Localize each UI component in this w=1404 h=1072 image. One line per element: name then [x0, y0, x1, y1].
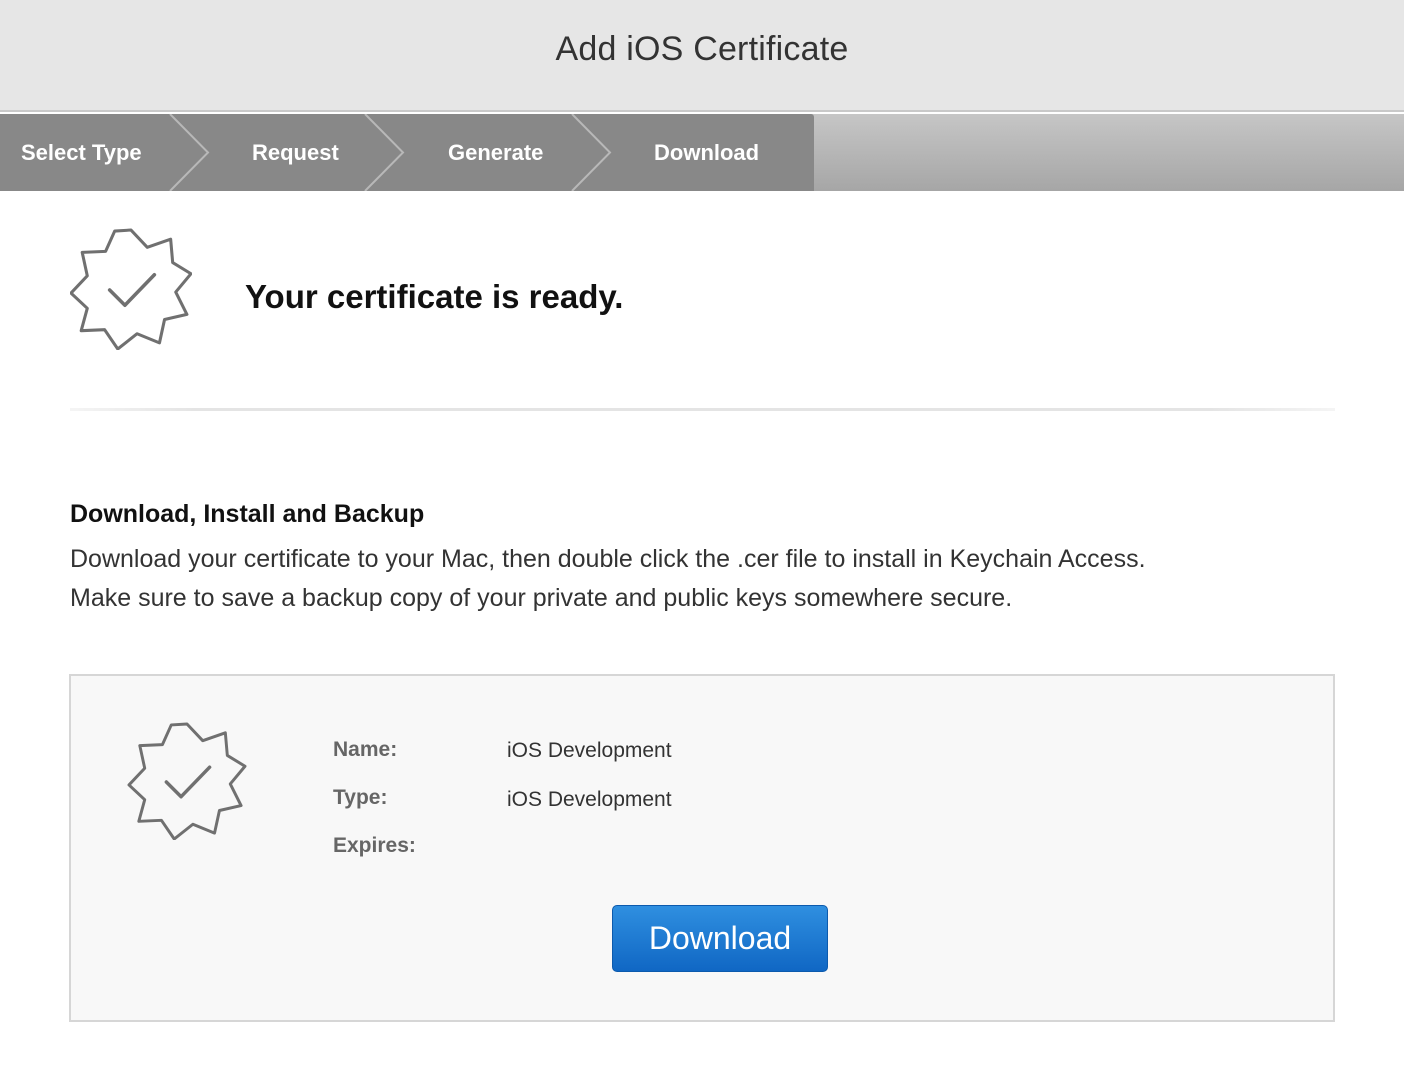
page: Add iOS Certificate Select Type Request …: [0, 0, 1404, 1072]
type-label: Type:: [333, 786, 388, 809]
certificate-badge-icon: [127, 722, 247, 840]
divider: [70, 408, 1335, 411]
step-request: Request: [252, 139, 339, 165]
step-separator-icon: [571, 114, 612, 191]
step-download: Download: [654, 139, 760, 165]
ready-title: Your certificate is ready.: [245, 278, 624, 315]
name-value: iOS Development: [507, 739, 672, 762]
step-generate: Generate: [448, 139, 544, 165]
header: Add iOS Certificate: [0, 0, 1404, 112]
name-label: Name:: [333, 738, 398, 761]
expires-label: Expires:: [333, 834, 416, 857]
download-button[interactable]: Download: [612, 905, 828, 972]
step-select-type: Select Type: [21, 139, 142, 165]
step-separator-icon: [169, 114, 210, 191]
certificate-panel: Name: iOS Development Type: iOS Developm…: [69, 674, 1335, 1022]
page-title: Add iOS Certificate: [555, 29, 849, 68]
instructions-line: Make sure to save a backup copy of your …: [70, 584, 1013, 612]
type-value: iOS Development: [507, 788, 672, 811]
instructions-text: Download your certificate to your Mac, t…: [70, 540, 1340, 618]
step-separator-icon: [364, 114, 405, 191]
steps-bar: Select Type Request Generate Download: [0, 114, 1404, 191]
instructions-heading: Download, Install and Backup: [70, 500, 425, 528]
certificate-badge-icon: [70, 228, 192, 350]
instructions-line: Download your certificate to your Mac, t…: [70, 545, 1146, 573]
